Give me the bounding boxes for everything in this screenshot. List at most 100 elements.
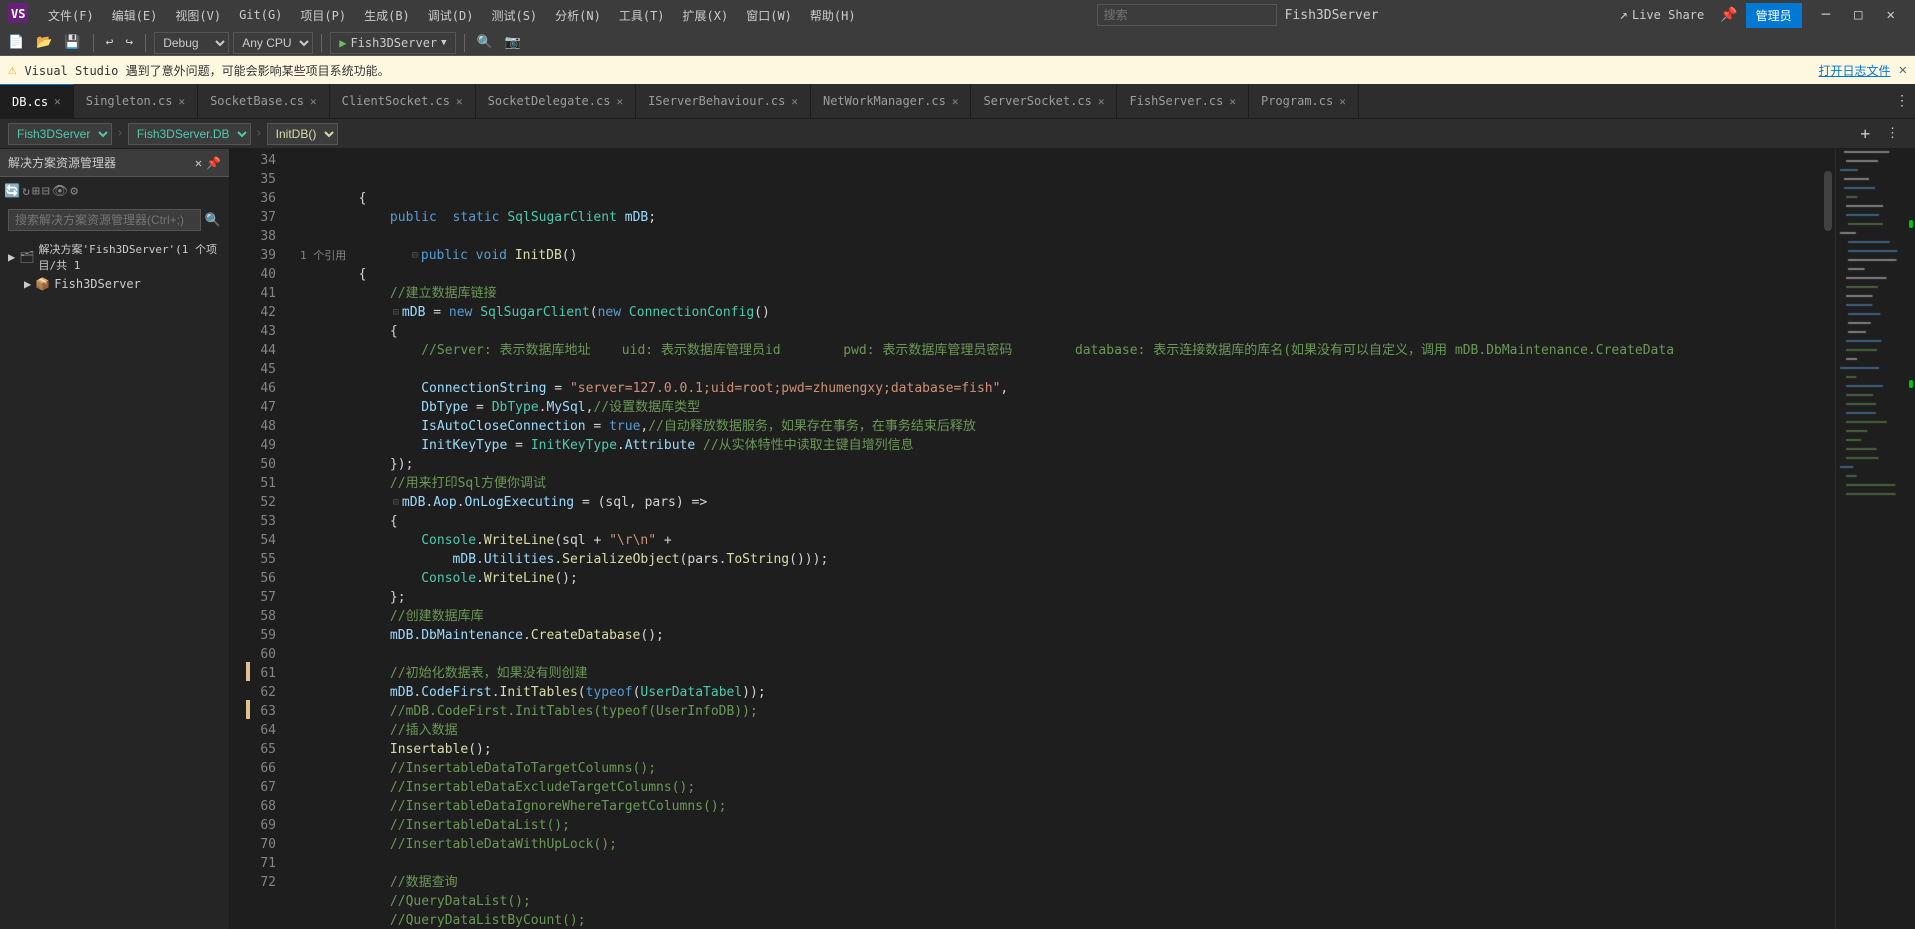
sidebar-pin-icon[interactable]: 📌 [206,156,221,170]
code-line-47[interactable]: InitKeyType = InitKeyType.Attribute //从实… [296,436,1821,455]
code-line-64[interactable]: //InsertableDataToTargetColumns(); [296,759,1821,778]
menu-item-E[interactable]: 编辑(E) [104,3,166,28]
breakpoint-71[interactable] [230,852,250,871]
breakpoint-47[interactable] [230,396,250,415]
breakpoint-53[interactable] [230,510,250,529]
code-line-53[interactable]: mDB.Utilities.SerializeObject(pars.ToStr… [296,550,1821,569]
code-line-66[interactable]: //InsertableDataIgnoreWhereTargetColumns… [296,797,1821,816]
breakpoint-65[interactable] [230,738,250,757]
menu-item-W[interactable]: 窗口(W) [738,3,800,28]
tab-close-icon[interactable]: ✕ [791,95,798,108]
sidebar-settings-icon[interactable]: ⚙ [70,184,78,199]
menu-item-N[interactable]: 分析(N) [547,3,609,28]
tab-close-icon[interactable]: ✕ [310,95,317,108]
code-line-63[interactable]: Insertable(); [296,740,1821,759]
menu-item-X[interactable]: 扩展(X) [675,3,737,28]
breakpoint-55[interactable] [230,548,250,567]
breakpoint-68[interactable] [230,795,250,814]
toolbar-save-icon[interactable]: 💾 [60,33,84,52]
code-line-62[interactable]: //插入数据 [296,721,1821,740]
breakpoint-51[interactable] [230,472,250,491]
sidebar-filter-icon[interactable]: ⊟ [42,184,50,199]
breakpoint-39[interactable] [230,244,250,263]
breakpoint-37[interactable] [230,206,250,225]
warning-close-button[interactable]: ✕ [1899,62,1907,78]
code-line-50[interactable]: ⊟mDB.Aop.OnLogExecuting = (sql, pars) => [296,493,1821,512]
code-line-49[interactable]: //用来打印Sql方便你调试 [296,474,1821,493]
code-line-65[interactable]: //InsertableDataExcludeTargetColumns(); [296,778,1821,797]
menu-item-H[interactable]: 帮助(H) [802,3,864,28]
menu-item-P[interactable]: 项目(P) [292,3,354,28]
vertical-scrollbar[interactable] [1821,149,1835,929]
code-line-35[interactable]: public static SqlSugarClient mDB; [296,208,1821,227]
tab-close-icon[interactable]: ✕ [1229,95,1236,108]
breakpoint-38[interactable] [230,225,250,244]
namespace-dropdown[interactable]: Fish3DServer [8,123,112,145]
sidebar-sync-icon[interactable]: 🔄 [4,184,20,199]
code-line-56[interactable]: //创建数据库库 [296,607,1821,626]
code-line-46[interactable]: IsAutoCloseConnection = true,//自动释放数据服务，… [296,417,1821,436]
code-line-45[interactable]: DbType = DbType.MySql,//设置数据库类型 [296,398,1821,417]
breakpoint-57[interactable] [230,586,250,605]
breakpoint-60[interactable] [230,643,250,662]
breakpoint-67[interactable] [230,776,250,795]
toolbar-new-icon[interactable]: 📄 [4,33,28,52]
menu-item-T[interactable]: 工具(T) [611,3,673,28]
tab-DBcs[interactable]: DB.cs✕ [0,84,74,119]
code-line-71[interactable]: //QueryDataList(); [296,892,1821,911]
class-dropdown[interactable]: Fish3DServer.DB [128,123,251,145]
minimize-button[interactable]: ─ [1810,0,1842,30]
toolbar-redo-icon[interactable]: ↪ [121,33,137,52]
code-line-34[interactable]: { [296,189,1821,208]
tab-close-icon[interactable]: ✕ [616,95,623,108]
tab-Programcs[interactable]: Program.cs✕ [1249,84,1359,119]
breakpoint-59[interactable] [230,624,250,643]
code-line-72[interactable]: //QueryDataListByCount(); [296,911,1821,929]
scrollbar-up[interactable] [1821,149,1835,169]
breakpoint-34[interactable] [230,149,250,168]
collapse-button-40[interactable]: ⊟ [390,303,402,322]
breakpoint-58[interactable] [230,605,250,624]
add-tab-button[interactable]: + [1852,124,1878,143]
breakpoint-64[interactable] [230,719,250,738]
tab-close-icon[interactable]: ✕ [178,95,185,108]
breakpoint-66[interactable] [230,757,250,776]
editor-more-button[interactable]: ⋮ [1878,126,1907,141]
breakpoint-72[interactable] [230,871,250,890]
code-line-58[interactable] [296,645,1821,664]
code-editor[interactable]: { public static SqlSugarClient mDB; 1 个引用… [288,149,1821,929]
tab-SocketBasecs[interactable]: SocketBase.cs✕ [198,84,330,119]
breakpoint-61[interactable] [230,662,250,681]
code-line-38[interactable]: { [296,265,1821,284]
breakpoint-41[interactable] [230,282,250,301]
code-line-70[interactable]: //数据查询 [296,873,1821,892]
breakpoint-46[interactable] [230,377,250,396]
sidebar-search-btn[interactable]: 🔍 [205,213,221,228]
toolbar-search-icon[interactable]: 🔍 [473,33,497,52]
breakpoint-54[interactable] [230,529,250,548]
code-line-52[interactable]: Console.WriteLine(sql + "\r\n" + [296,531,1821,550]
scrollbar-thumb[interactable] [1824,171,1832,231]
breakpoint-50[interactable] [230,453,250,472]
breakpoint-40[interactable] [230,263,250,282]
tab-IServerBehaviourcs[interactable]: IServerBehaviour.cs✕ [636,84,811,119]
code-line-60[interactable]: mDB.CodeFirst.InitTables(typeof(UserData… [296,683,1821,702]
code-line-36[interactable] [296,227,1821,246]
config-dropdown[interactable]: Debug Release [154,32,229,54]
sidebar-search-input[interactable] [8,209,201,231]
breakpoint-45[interactable] [230,358,250,377]
code-line-54[interactable]: Console.WriteLine(); [296,569,1821,588]
menu-item-GitG[interactable]: Git(G) [231,4,290,26]
toolbar-snapshot-icon[interactable]: 📷 [501,33,525,52]
code-line-55[interactable]: }; [296,588,1821,607]
code-line-48[interactable]: }); [296,455,1821,474]
breakpoint-48[interactable] [230,415,250,434]
code-line-37[interactable]: 1 个引用 ⊟public void InitDB() [296,246,1821,265]
platform-dropdown[interactable]: Any CPU [233,32,313,54]
collapse-button-37[interactable]: ⊟ [409,246,421,265]
solution-node[interactable]: ▶ 🗂 解决方案'Fish3DServer'(1 个项目/共 1 [0,239,229,275]
breakpoint-70[interactable] [230,833,250,852]
close-button[interactable]: ✕ [1875,0,1907,30]
code-line-40[interactable]: ⊟mDB = new SqlSugarClient(new Connection… [296,303,1821,322]
code-line-59[interactable]: //初始化数据表，如果没有则创建 [296,664,1821,683]
